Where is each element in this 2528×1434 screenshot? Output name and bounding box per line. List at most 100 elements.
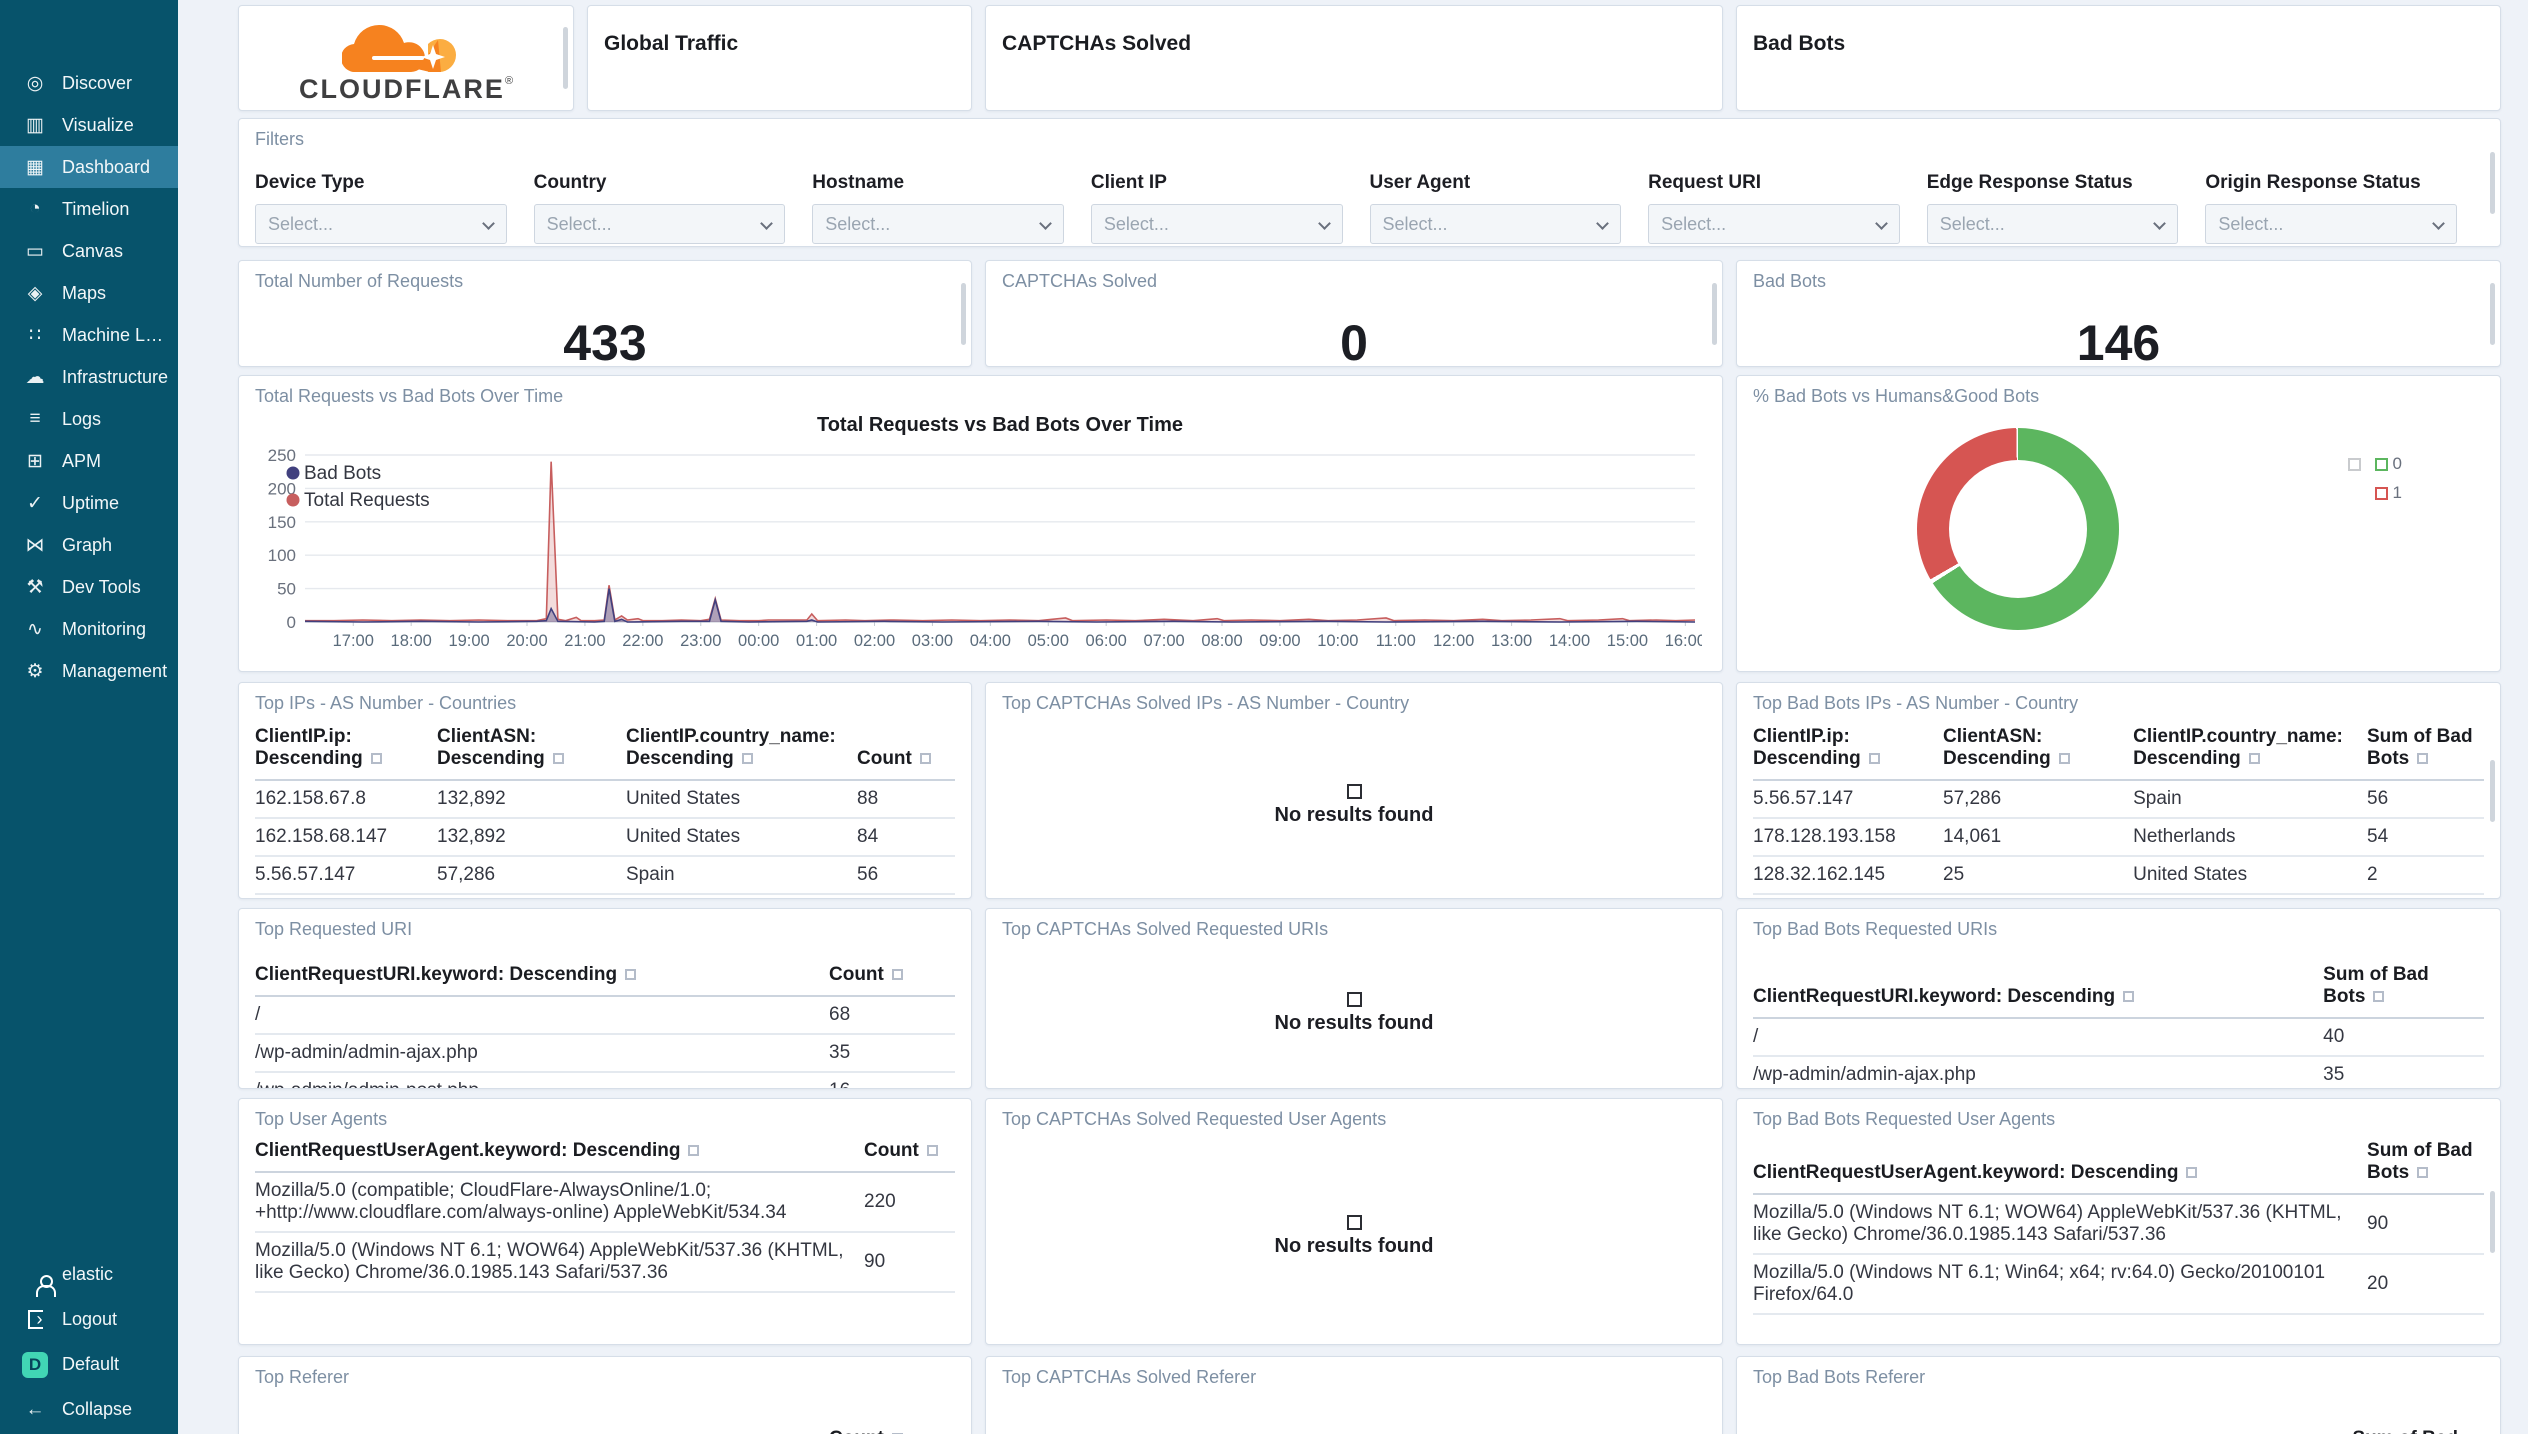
panel-scrollbar[interactable] [2490, 1190, 2495, 1253]
table-cell: 132,892 [437, 780, 626, 819]
column-header-clientip-country-name[interactable]: ClientIP.country_name: Descending [626, 722, 857, 781]
top-captchas-solved-requested-uris-panel: Top CAPTCHAs Solved Requested URIs No res… [985, 908, 1723, 1089]
bad-bots-value: 146 [2076, 315, 2161, 367]
column-header-clientasn[interactable]: ClientASN: Descending [437, 722, 626, 781]
sidebar-item-label: Dev Tools [62, 576, 141, 597]
sidebar-item-infrastructure[interactable]: ☁ Infrastructure [0, 356, 178, 398]
panel-scrollbar[interactable] [2490, 282, 2495, 345]
sidebar-item-management[interactable]: ⚙ Management [0, 650, 178, 692]
filter-square-icon[interactable] [926, 1145, 938, 1156]
captchas-solved-header-panel: CAPTCHAs Solved [985, 5, 1723, 111]
top-referer-panel: Top Referer Count [238, 1356, 972, 1434]
sidebar-item-uptime[interactable]: ✓ Uptime [0, 482, 178, 524]
column-header-clientip-ip[interactable]: ClientIP.ip: Descending [255, 722, 437, 781]
filter-square-icon[interactable] [625, 969, 637, 980]
sidebar-item-dashboard[interactable]: ▦ Dashboard [0, 146, 178, 188]
filter-square-icon[interactable] [2248, 753, 2260, 764]
filter-select-user-agent[interactable]: Select... [1369, 204, 1622, 244]
column-header-clientrequestuseragent-keyword[interactable]: ClientRequestUserAgent.keyword: Descendi… [1753, 1136, 2368, 1195]
sidebar-item-apm[interactable]: ⊞ APM [0, 440, 178, 482]
sidebar-item-discover[interactable]: ◎ Discover [0, 62, 178, 104]
column-header-keyword[interactable] [1753, 1424, 2353, 1434]
filter-field-label: Request URI [1648, 172, 1762, 193]
filter-square-icon[interactable] [370, 753, 382, 764]
column-header-sum-of-bad-bots[interactable]: Sum of Bad Bots [2323, 960, 2484, 1019]
column-header-count[interactable]: Count [829, 1424, 955, 1434]
badbots-donut-chart[interactable] [1917, 428, 2119, 630]
table-row: 5.56.57.147 57,286 Spain 56 [1753, 780, 2484, 819]
panel-title: Top CAPTCHAs Solved Requested URIs [1002, 919, 1329, 939]
filter-square-icon[interactable] [2058, 753, 2070, 764]
chevron-down-icon [2153, 217, 2167, 230]
data-table: ClientRequestUserAgent.keyword: Descendi… [255, 1136, 955, 1293]
sidebar-item-maps[interactable]: ◈ Maps [0, 272, 178, 314]
panel-scrollbar[interactable] [563, 27, 568, 89]
column-header-clientrequesturi-keyword[interactable]: ClientRequestURI.keyword: Descending [255, 960, 829, 997]
table-cell: 162.158.67.8 [255, 780, 437, 819]
sidebar-footer-label: elastic [62, 1264, 114, 1284]
filter-select-country[interactable]: Select... [533, 204, 786, 244]
sidebar-footer-default[interactable]: D Default [0, 1342, 178, 1387]
filter-square-icon[interactable] [688, 1145, 700, 1156]
column-header-count[interactable]: Count [857, 722, 955, 781]
filter-square-icon[interactable] [741, 753, 753, 764]
filter-square-icon[interactable] [2417, 1167, 2429, 1178]
sidebar-footer-logout[interactable]: Logout [0, 1297, 178, 1342]
column-header-clientrequesturi-keyword[interactable]: ClientRequestURI.keyword: Descending [1753, 960, 2324, 1019]
filter-select-origin-response-status[interactable]: Select... [2205, 204, 2457, 244]
filter-square-icon[interactable] [2373, 991, 2385, 1002]
table-cell: 57,286 [1943, 780, 2134, 819]
dashboard-main: CLOUDFLARE® Global Traffic CAPTCHAs Solv… [178, 0, 2528, 1434]
column-header-count[interactable]: Count [829, 960, 955, 997]
top-ips-as-number-countries-panel: Top IPs - AS Number - Countries ClientIP.… [238, 682, 972, 899]
panel-scrollbar[interactable] [961, 282, 966, 345]
panel-scrollbar[interactable] [1712, 282, 1717, 345]
filter-select-device-type[interactable]: Select... [255, 204, 507, 244]
sidebar-item-machine-le-[interactable]: ∷ Machine Le… [0, 314, 178, 356]
panel-scrollbar[interactable] [2490, 151, 2495, 214]
captchas-solved-metric: CAPTCHAs Solved 0 [985, 260, 1723, 367]
sidebar-item-label: Management [62, 660, 168, 681]
filter-field-label: Country [533, 172, 607, 193]
column-header-clientrequestuseragent-keyword[interactable]: ClientRequestUserAgent.keyword: Descendi… [255, 1136, 864, 1173]
filter-select-request-uri[interactable]: Select... [1648, 204, 1900, 244]
sidebar-item-monitoring[interactable]: ∿ Monitoring [0, 608, 178, 650]
filter-square-icon[interactable] [2417, 753, 2429, 764]
sidebar-item-dev-tools[interactable]: ⚒ Dev Tools [0, 566, 178, 608]
sidebar-footer-label: Logout [62, 1309, 118, 1329]
column-header-clientasn[interactable]: ClientASN: Descending [1943, 722, 2134, 781]
legend-swatch-0[interactable] [2374, 457, 2388, 471]
filter-square-icon[interactable] [552, 753, 564, 764]
legend-swatch-unlabeled[interactable] [2347, 457, 2361, 471]
svg-text:01:00: 01:00 [796, 632, 837, 650]
column-header-sum-of-bad-bots[interactable]: Sum of Bad Bots [2352, 1424, 2484, 1434]
sidebar-item-logs[interactable]: ≡ Logs [0, 398, 178, 440]
filter-square-icon[interactable] [891, 969, 903, 980]
filter-square-icon[interactable] [2186, 1167, 2198, 1178]
filter-square-icon[interactable] [919, 753, 931, 764]
column-header-clientip-ip[interactable]: ClientIP.ip: Descending [1753, 722, 1944, 781]
column-header-count[interactable]: Count [864, 1136, 955, 1173]
filter-select-hostname[interactable]: Select... [812, 204, 1064, 244]
sidebar-item-visualize[interactable]: ▥ Visualize [0, 104, 178, 146]
column-header-clientip-country-name[interactable]: ClientIP.country_name: Descending [2133, 722, 2367, 781]
filter-select-edge-response-status[interactable]: Select... [1926, 204, 2179, 244]
sidebar-footer-elastic[interactable]: elastic [0, 1252, 178, 1297]
panel-scrollbar[interactable] [2490, 759, 2495, 822]
column-header-sum-of-bad-bots[interactable]: Sum of Bad Bots [2367, 1136, 2484, 1195]
requests-vs-badbots-area-chart[interactable]: Total Requests vs Bad Bots Over Time 0 50 1… [255, 407, 1706, 656]
sidebar-item-timelion[interactable]: ◔ Timelion [0, 188, 178, 230]
column-header-keyword[interactable] [255, 1424, 829, 1434]
column-header-sum-of-bad-bots[interactable]: Sum of Bad Bots [2367, 722, 2484, 781]
legend-swatch-1[interactable] [2374, 486, 2388, 500]
top-requested-uri-panel: Top Requested URI ClientRequestURI.keywor… [238, 908, 972, 1089]
area-chart-svg: Total Requests vs Bad Bots Over Time 0 50 1… [268, 414, 1706, 650]
filter-select-client-ip[interactable]: Select... [1090, 204, 1343, 244]
sidebar-item-graph[interactable]: ⋈ Graph [0, 524, 178, 566]
sidebar-item-canvas[interactable]: ▭ Canvas [0, 230, 178, 272]
svg-text:21:00: 21:00 [564, 632, 605, 650]
filter-square-icon[interactable] [2123, 991, 2135, 1002]
top-captchas-solved-referer-panel: Top CAPTCHAs Solved Referer [985, 1356, 1723, 1434]
sidebar-footer-collapse[interactable]: ← Collapse [0, 1387, 178, 1432]
filter-square-icon[interactable] [1868, 753, 1880, 764]
